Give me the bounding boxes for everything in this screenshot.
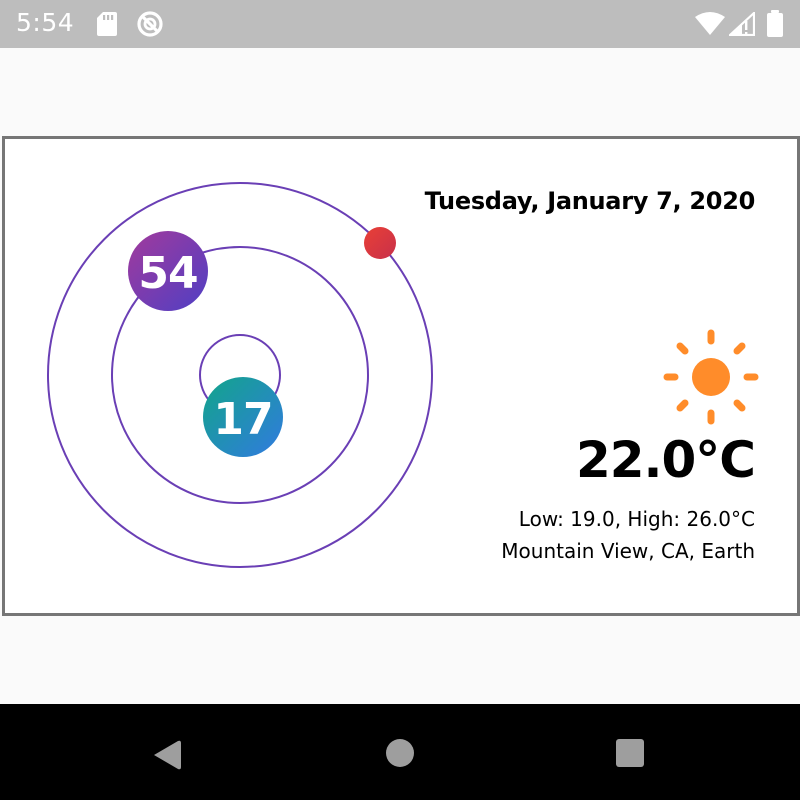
hour-value: 17: [213, 394, 272, 445]
low-high-temperature: Low: 19.0, High: 26.0°C: [518, 507, 755, 531]
current-temperature: 22.0°C: [575, 431, 756, 489]
cell-signal-icon: [729, 12, 755, 36]
date-label: Tuesday, January 7, 2020: [424, 187, 756, 215]
wifi-icon: [695, 12, 725, 35]
status-time: 5:54: [16, 8, 75, 37]
battery-icon: [767, 10, 783, 37]
clock-weather-card: 54 17 Tuesday, January 7, 2020 22.0°C Lo…: [2, 136, 800, 616]
status-bar: 5:54: [0, 0, 800, 48]
minute-value: 54: [138, 248, 197, 299]
home-button[interactable]: [384, 737, 416, 769]
location-label: Mountain View, CA, Earth: [501, 539, 755, 563]
orbital-clock: 54 17: [47, 182, 433, 568]
sync-disabled-icon: [137, 11, 163, 37]
navigation-bar: [0, 704, 800, 800]
sd-card-icon: [97, 12, 117, 36]
recents-button[interactable]: [614, 737, 646, 769]
back-button[interactable]: [150, 738, 184, 772]
sun-icon: [663, 329, 759, 425]
second-indicator: [364, 227, 396, 259]
